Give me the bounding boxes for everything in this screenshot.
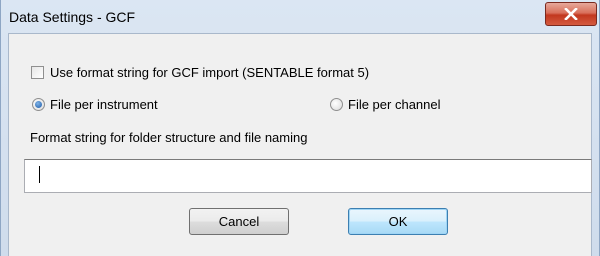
close-button[interactable]: [545, 2, 597, 26]
file-per-channel-label: File per channel: [348, 97, 441, 112]
file-per-channel-radio[interactable]: [330, 98, 343, 111]
file-per-instrument-label: File per instrument: [50, 97, 158, 112]
text-caret: [39, 166, 40, 183]
use-format-string-option[interactable]: Use format string for GCF import (SENTAB…: [31, 65, 369, 80]
format-string-input[interactable]: [24, 159, 592, 193]
ok-button[interactable]: OK: [348, 208, 448, 235]
format-string-heading: Format string for folder structure and f…: [30, 130, 307, 145]
window-title: Data Settings - GCF: [9, 9, 136, 25]
file-per-instrument-option[interactable]: File per instrument: [32, 97, 158, 112]
format-string-label: Format string for folder structure and f…: [30, 130, 308, 145]
file-per-instrument-radio[interactable]: [32, 98, 45, 111]
close-icon: [564, 8, 578, 20]
file-per-channel-option[interactable]: File per channel: [330, 97, 441, 112]
use-format-string-checkbox[interactable]: [31, 66, 44, 79]
title-bar[interactable]: Data Settings - GCF: [1, 0, 599, 33]
dialog-window: Data Settings - GCF: [0, 0, 600, 256]
use-format-string-label: Use format string for GCF import (SENTAB…: [50, 65, 370, 80]
cancel-button[interactable]: Cancel: [189, 208, 289, 235]
